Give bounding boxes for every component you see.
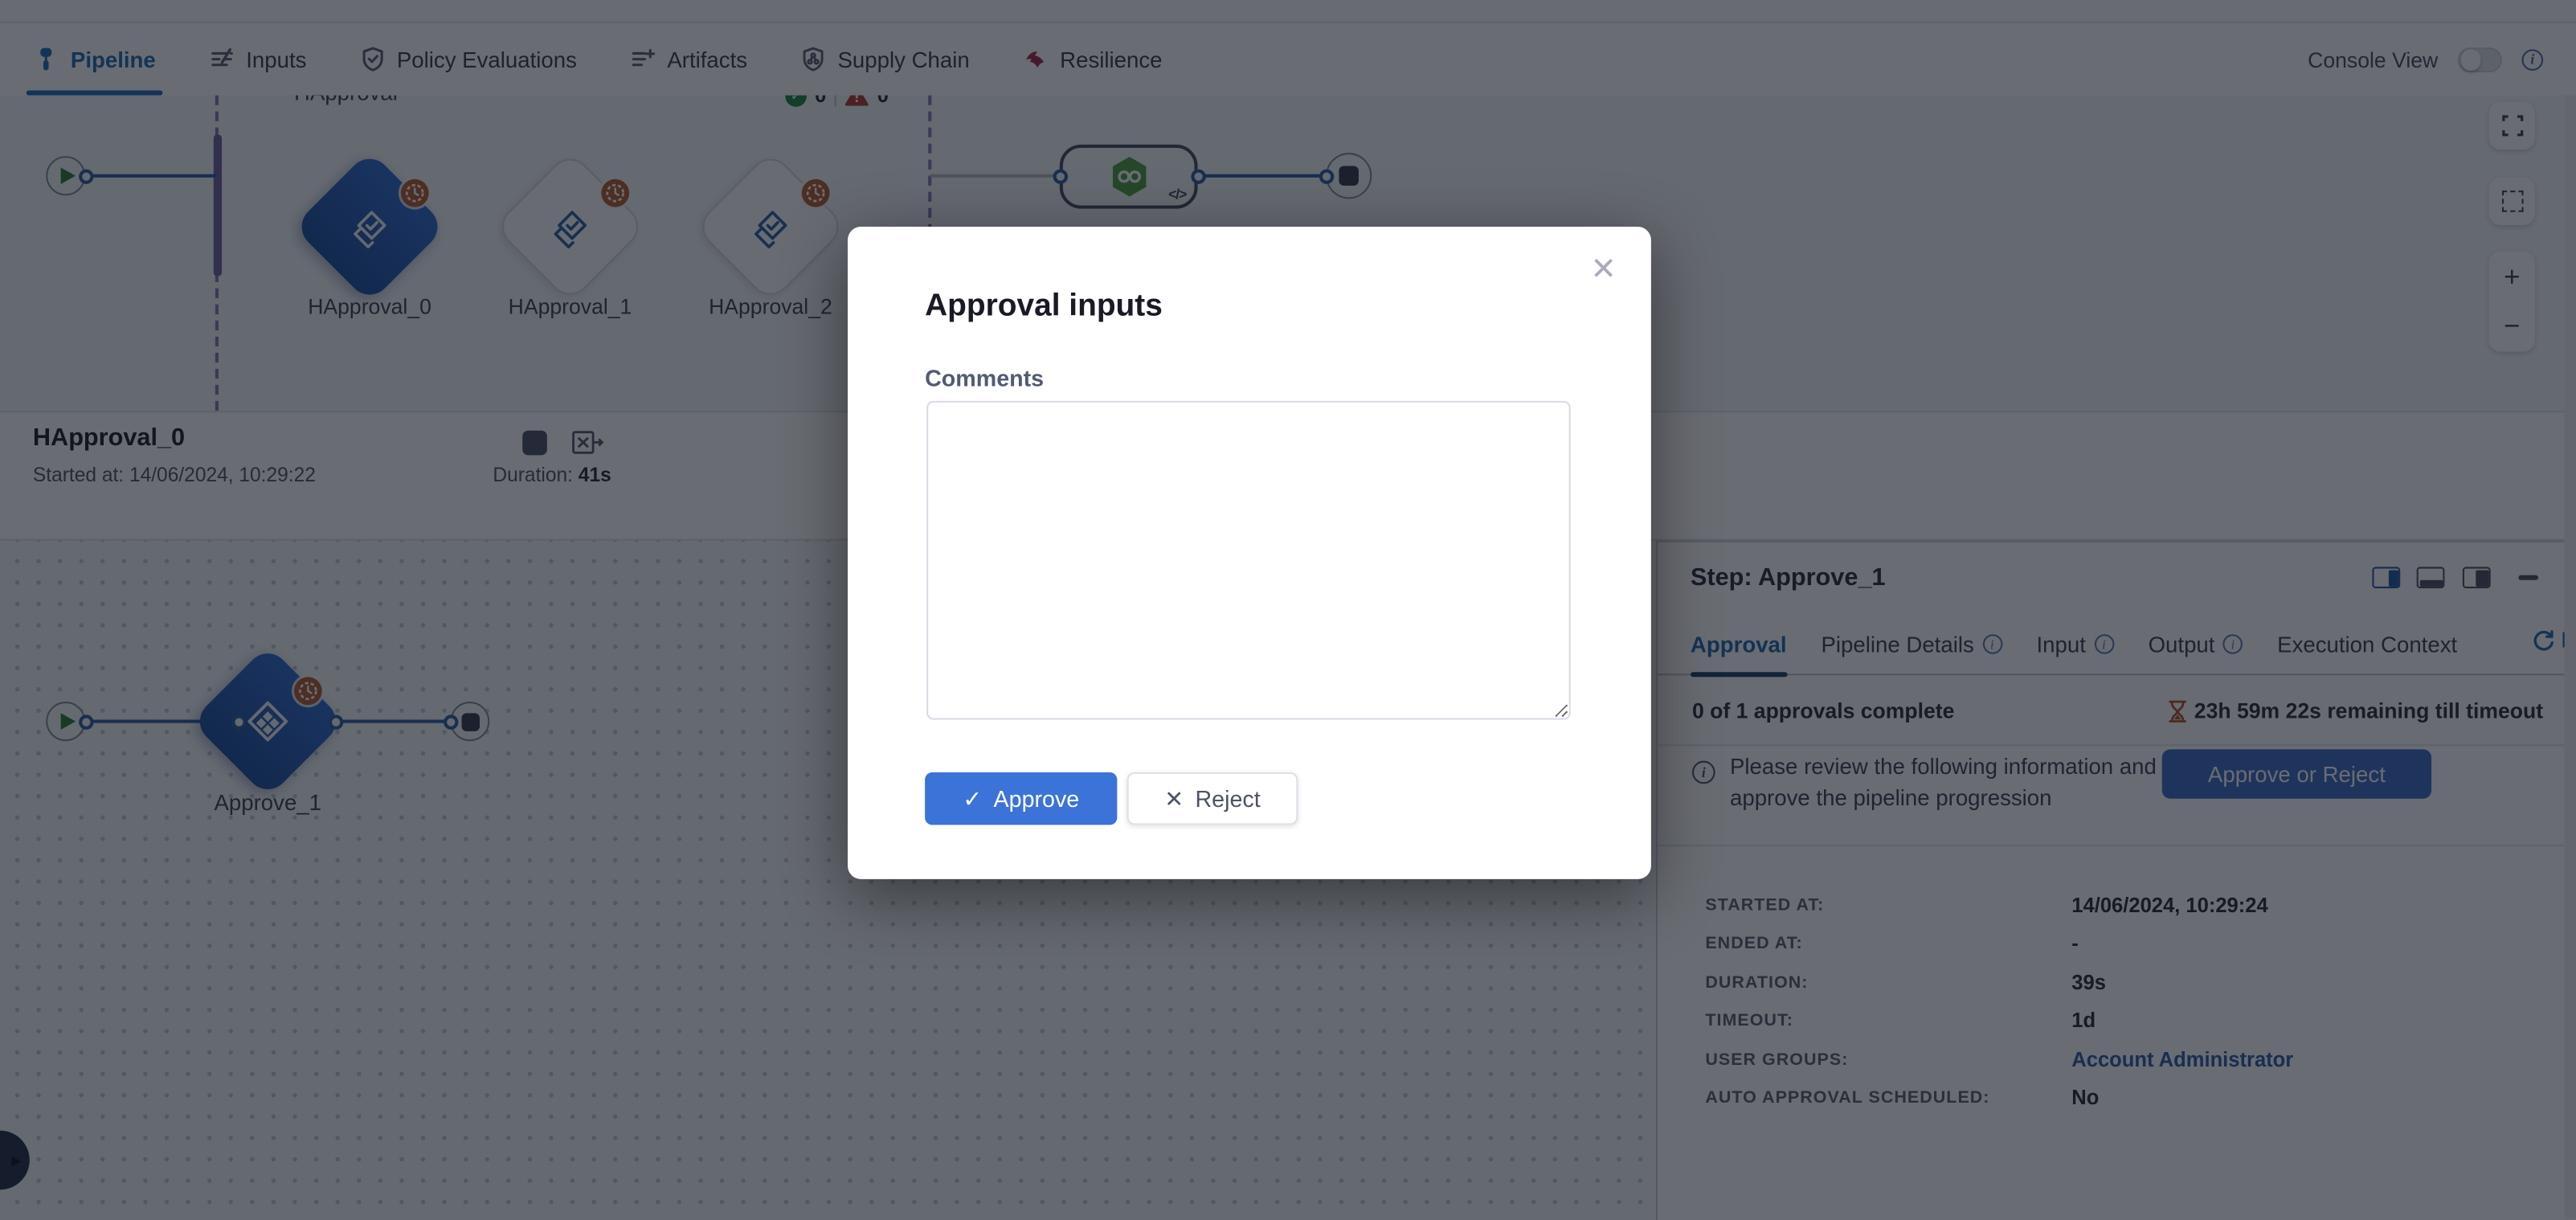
cross-icon: ✕	[1164, 784, 1184, 813]
app-window: Pipeline Inputs Policy Evaluations Artif…	[0, 0, 2576, 1220]
comments-label: Comments	[925, 365, 1044, 391]
approval-inputs-dialog: ✕ Approval inputs Comments ✓ Approve ✕ R…	[848, 227, 1651, 879]
check-icon: ✓	[963, 784, 982, 813]
comments-textarea[interactable]	[926, 401, 1570, 720]
close-icon[interactable]: ✕	[1590, 252, 1617, 289]
dialog-title: Approval inputs	[925, 289, 1163, 325]
reject-button[interactable]: ✕ Reject	[1127, 772, 1298, 825]
approve-button[interactable]: ✓ Approve	[925, 772, 1117, 825]
